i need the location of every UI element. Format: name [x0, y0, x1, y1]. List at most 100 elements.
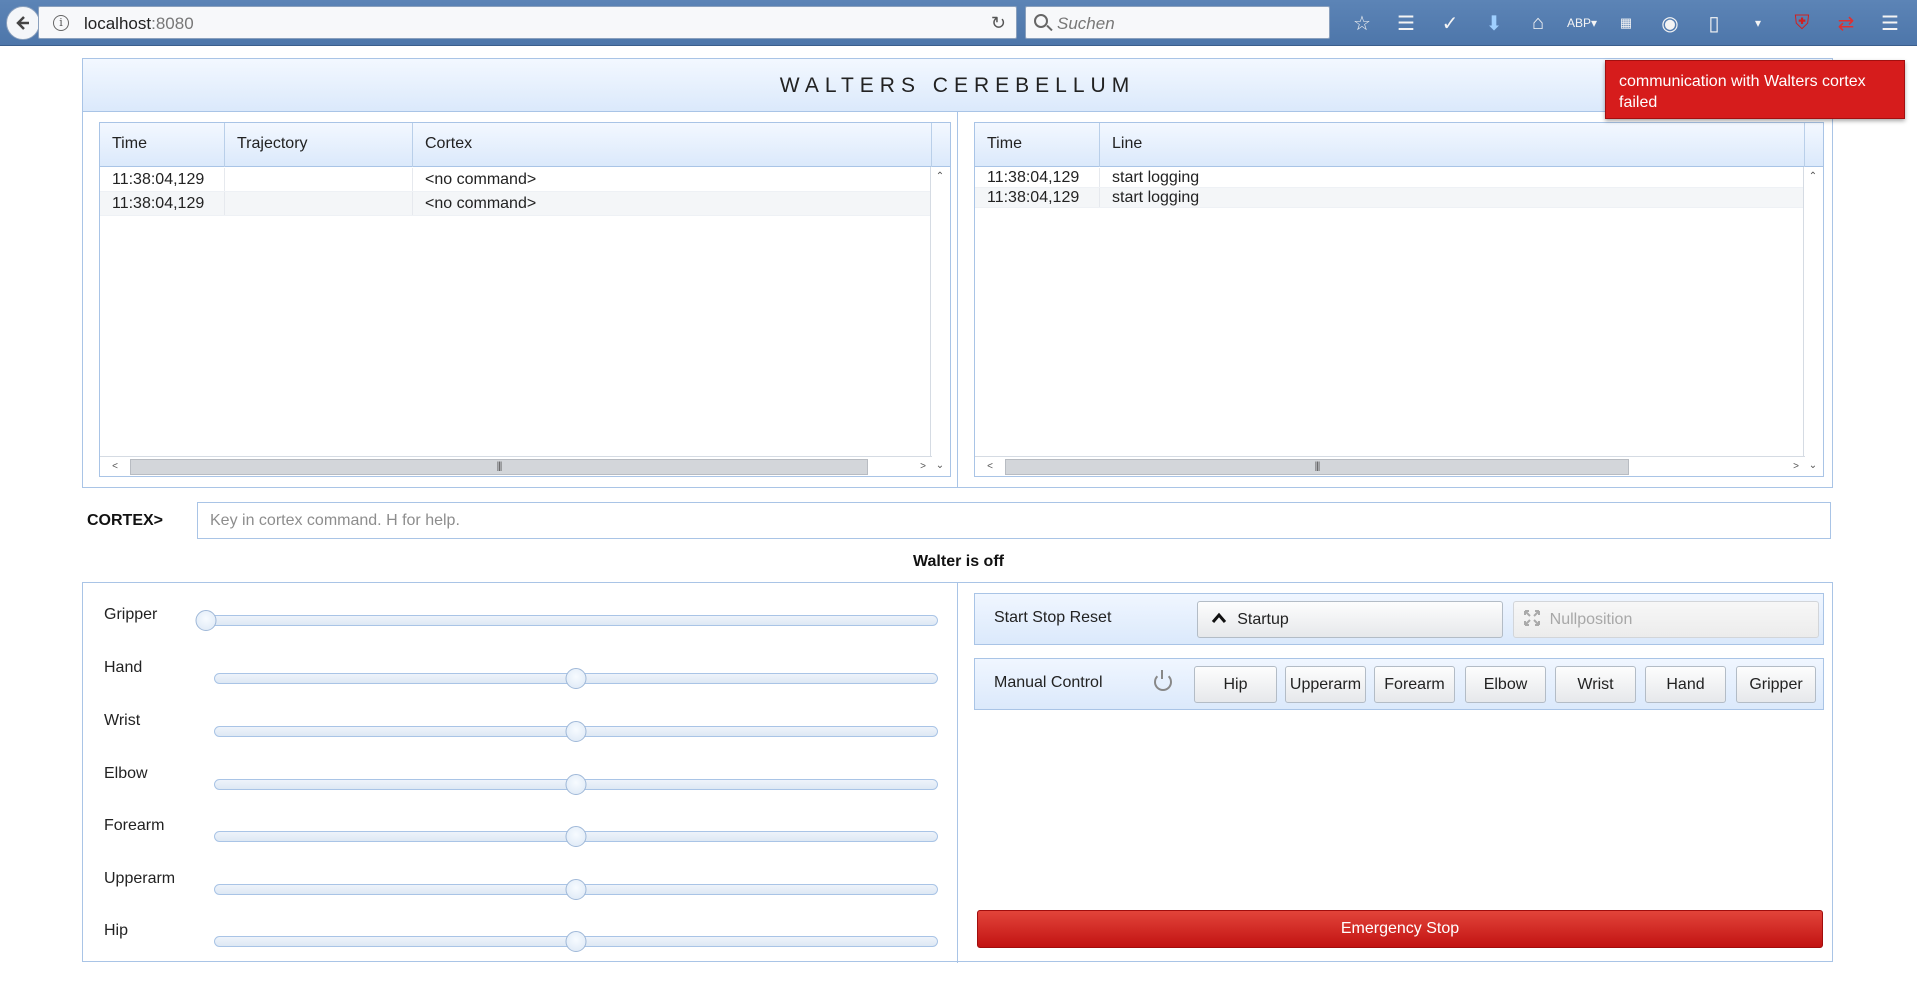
vertical-scrollbar[interactable]: ⌃ ⌄ [930, 167, 950, 476]
adblock-icon[interactable]: ABP▾ [1560, 0, 1604, 46]
slider-hip: Hip [83, 913, 953, 953]
wrist-slider[interactable] [214, 721, 938, 742]
upperarm-slider[interactable] [214, 879, 938, 900]
slider-handle[interactable] [565, 826, 587, 847]
error-notification[interactable]: communication with Walters cortex failed [1605, 60, 1905, 119]
table-row[interactable]: 11:38:04,129 start logging [975, 168, 1805, 188]
slider-upperarm: Upperarm [83, 861, 953, 901]
pocket-icon[interactable]: ✓ [1428, 0, 1472, 46]
cortex-command-input[interactable] [197, 502, 1831, 539]
cell-trajectory [225, 192, 413, 215]
manual-elbow-button[interactable]: Elbow [1465, 666, 1546, 703]
start-stop-reset-label: Start Stop Reset [994, 609, 1112, 626]
manual-gripper-button[interactable]: Gripper [1736, 666, 1816, 703]
emergency-stop-button[interactable]: Emergency Stop [977, 910, 1823, 948]
scroll-up-icon[interactable]: ⌃ [1804, 169, 1822, 185]
sync-icon[interactable]: ⇄ [1824, 0, 1868, 46]
slider-label: Gripper [104, 606, 158, 623]
table-row[interactable]: 11:38:04,129 <no command> [100, 192, 932, 216]
browser-toolbar: i localhost:8080 ↻ Suchen ☆ ☰ ✓ ⬇ ⌂ ABP▾… [0, 0, 1917, 46]
horizontal-scrollbar[interactable]: < ||| > [975, 456, 1805, 476]
scroll-right-icon[interactable]: > [914, 459, 932, 475]
status-text: Walter is off [913, 553, 1004, 570]
scroll-up-icon[interactable]: ⌃ [931, 169, 949, 185]
expand-arrows-icon [1523, 609, 1540, 630]
back-arrow-icon [16, 16, 29, 30]
slider-label: Wrist [104, 712, 141, 729]
forearm-slider[interactable] [214, 826, 938, 847]
column-header-trajectory[interactable]: Trajectory [225, 123, 413, 167]
scroll-right-icon[interactable]: > [1787, 459, 1805, 475]
manual-control-label: Manual Control [994, 674, 1103, 691]
log-panel: Time Trajectory Cortex 11:38:04,129 <no … [82, 112, 1833, 488]
nullposition-button[interactable]: Nullposition [1513, 601, 1819, 638]
download-icon[interactable]: ⬇ [1472, 0, 1516, 46]
slider-forearm: Forearm [83, 808, 953, 848]
column-header-time[interactable]: Time [975, 123, 1100, 167]
startup-label: Startup [1237, 610, 1289, 628]
startup-button[interactable]: Startup [1197, 601, 1503, 638]
slider-label: Hand [104, 659, 143, 676]
manual-wrist-button[interactable]: Wrist [1555, 666, 1636, 703]
column-header-line[interactable]: Line [1100, 123, 1805, 167]
scroll-down-icon[interactable]: ⌄ [931, 458, 949, 474]
scroll-left-icon[interactable]: < [981, 459, 999, 475]
manual-hip-button[interactable]: Hip [1194, 666, 1277, 703]
scrollbar-thumb[interactable]: ||| [130, 459, 868, 475]
manual-upperarm-button[interactable]: Upperarm [1285, 666, 1366, 703]
slider-elbow: Elbow [83, 756, 953, 796]
nullposition-label: Nullposition [1549, 610, 1633, 628]
slider-gripper: Gripper [83, 597, 953, 637]
slider-handle[interactable] [565, 721, 587, 742]
page-title: WALTERS CEREBELLUM [779, 74, 1136, 97]
hand-slider[interactable] [214, 668, 938, 689]
line-log-grid: Time Line 11:38:04,129 start logging 11:… [974, 122, 1824, 477]
scrollbar-thumb[interactable]: ||| [1005, 459, 1629, 475]
chevron-up-icon [1211, 611, 1227, 628]
reload-icon[interactable]: ↻ [991, 13, 1006, 34]
extension-icon[interactable]: ▯ [1692, 0, 1736, 46]
ublock-icon[interactable]: ⛨ [1780, 0, 1824, 46]
address-bar[interactable]: i localhost:8080 ↻ [38, 6, 1017, 39]
power-icon[interactable] [1154, 670, 1172, 691]
info-icon[interactable]: i [53, 15, 69, 31]
column-header-time[interactable]: Time [100, 123, 225, 167]
menu-icon[interactable]: ☰ [1868, 0, 1912, 46]
control-panel: Gripper Hand Wrist Elbow Forearm Upperar… [82, 582, 1833, 963]
extension-icon[interactable]: ◉ [1648, 0, 1692, 46]
back-button[interactable] [6, 6, 40, 40]
slider-handle[interactable] [565, 668, 587, 689]
grid-header: Time Line [975, 123, 1823, 167]
dropdown-icon[interactable]: ▾ [1736, 0, 1780, 46]
slider-handle[interactable] [195, 610, 217, 631]
url-text: localhost:8080 [84, 14, 194, 33]
table-row[interactable]: 11:38:04,129 <no command> [100, 168, 932, 192]
elbow-slider[interactable] [214, 774, 938, 795]
extension-icon[interactable]: ▦ [1604, 0, 1648, 46]
table-row[interactable]: 11:38:04,129 start logging [975, 188, 1805, 208]
browser-search-input[interactable]: Suchen [1025, 6, 1330, 39]
cortex-prompt-label: CORTEX> [87, 512, 164, 529]
gripper-slider[interactable] [195, 610, 938, 631]
column-header-cortex[interactable]: Cortex [413, 123, 932, 167]
search-placeholder: Suchen [1057, 14, 1115, 33]
cell-line: start logging [1100, 168, 1805, 187]
slider-handle[interactable] [565, 774, 587, 795]
scroll-left-icon[interactable]: < [106, 459, 124, 475]
star-icon[interactable]: ☆ [1340, 0, 1384, 46]
scroll-down-icon[interactable]: ⌄ [1804, 458, 1822, 474]
home-icon[interactable]: ⌂ [1516, 0, 1560, 46]
reading-list-icon[interactable]: ☰ [1384, 0, 1428, 46]
vertical-scrollbar[interactable]: ⌃ ⌄ [1803, 167, 1823, 476]
slider-handle[interactable] [565, 931, 587, 952]
manual-hand-button[interactable]: Hand [1645, 666, 1726, 703]
cell-cortex: <no command> [413, 168, 932, 191]
slider-handle[interactable] [565, 879, 587, 900]
manual-forearm-button[interactable]: Forearm [1374, 666, 1455, 703]
slider-wrist: Wrist [83, 703, 953, 743]
cell-line: start logging [1100, 188, 1805, 207]
horizontal-scrollbar[interactable]: < ||| > [100, 456, 932, 476]
divider [957, 112, 958, 488]
hip-slider[interactable] [214, 931, 938, 952]
cell-time: 11:38:04,129 [100, 168, 225, 191]
